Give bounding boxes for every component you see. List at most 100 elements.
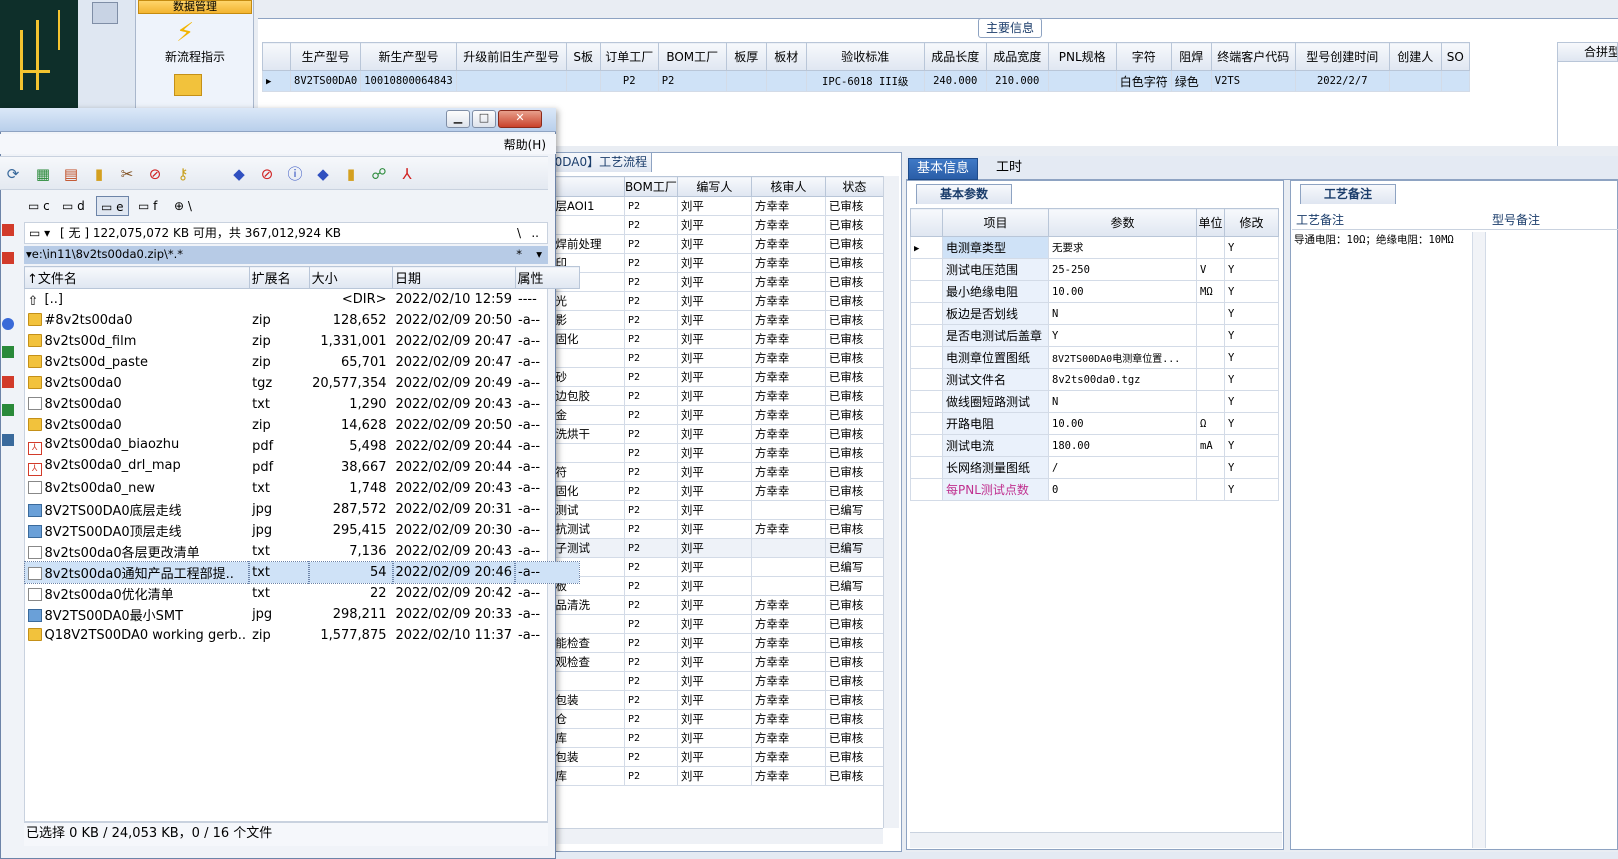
process-row[interactable]: 沉金P2刘平方幸幸已审核 bbox=[540, 405, 884, 425]
process-cell[interactable]: 已编写 bbox=[824, 576, 884, 596]
process-row[interactable]: 显影P2刘平方幸幸已审核 bbox=[540, 310, 884, 330]
col-header[interactable]: 阻焊 bbox=[1170, 42, 1212, 71]
param-modify[interactable]: Y bbox=[1224, 390, 1279, 413]
process-cell[interactable]: 已审核 bbox=[824, 728, 884, 748]
process-cell[interactable]: 方幸幸 bbox=[750, 443, 826, 463]
col-header-ext[interactable]: 扩展名 bbox=[248, 266, 310, 289]
cell[interactable]: 210.000 bbox=[985, 70, 1049, 92]
param-row[interactable]: 测试电压范围 25-250 V Y bbox=[910, 258, 1279, 281]
param-value[interactable]: N bbox=[1048, 390, 1197, 413]
file-name-cell[interactable]: 8v2ts00da0通知产品工程部提.. bbox=[23, 560, 251, 584]
process-cell[interactable]: 已审核 bbox=[824, 234, 884, 254]
process-row[interactable]: 水洗烘干 P2 刘平 方幸幸 已审核 bbox=[540, 424, 884, 444]
process-cell[interactable]: 方幸幸 bbox=[750, 386, 826, 406]
file-row[interactable]: 8v2ts00da0优化清单 txt 22 2022/02/09 20:42 -a-- bbox=[25, 583, 580, 604]
process-cell[interactable]: 已编写 bbox=[824, 500, 884, 520]
process-cell[interactable]: 刘平 bbox=[676, 405, 752, 425]
process-cell[interactable]: 方幸幸 bbox=[750, 405, 826, 425]
process-cell[interactable]: 刘平 bbox=[676, 576, 752, 596]
param-row[interactable]: ▶ 电测章类型 无要求 Y bbox=[910, 236, 1279, 259]
col-header[interactable]: 新生产型号 bbox=[360, 42, 457, 71]
file-row[interactable]: 8V2TS00DA0顶层走线 jpg 295,415 2022/02/09 20:30… bbox=[25, 520, 580, 541]
pdf-icon[interactable]: ⅄ bbox=[398, 165, 416, 183]
side-icon[interactable] bbox=[2, 252, 14, 264]
cell[interactable] bbox=[1047, 70, 1117, 92]
side-icon[interactable] bbox=[2, 434, 14, 446]
process-row[interactable]: 出库P2刘平方幸幸已审核 bbox=[540, 766, 884, 786]
process-cell[interactable]: 方幸幸 bbox=[750, 215, 826, 235]
file-row[interactable]: Q18V2TS00DA0 working gerb.. zip 1,577,875 2… bbox=[25, 625, 580, 646]
table-row[interactable]: ▶ 8V2TS00DA0 10010800064843 P2 P2 IPC-60… bbox=[262, 70, 1470, 92]
param-value[interactable]: N bbox=[1048, 302, 1197, 325]
col-header[interactable]: 型号创建时间 bbox=[1294, 42, 1390, 71]
file-row[interactable]: #8v2ts00da0 zip 128,652 2022/02/09 20:50 -a-… bbox=[25, 310, 580, 331]
file-name-cell[interactable]: 8v2ts00da0 bbox=[25, 394, 250, 415]
file-name-cell[interactable]: 8v2ts00da0各层更改清单 bbox=[25, 541, 250, 562]
maximize-button[interactable]: □ bbox=[472, 110, 496, 128]
process-cell[interactable]: 刘平 bbox=[676, 519, 752, 539]
cell[interactable]: P2 bbox=[599, 70, 659, 92]
file-row[interactable]: 8v2ts00da0 zip 14,628 2022/02/09 20:50 -a-- bbox=[25, 415, 580, 436]
process-cell[interactable] bbox=[750, 576, 826, 596]
basic-horizontal-scrollbar[interactable] bbox=[910, 832, 1282, 848]
param-row[interactable]: 电测章位置图纸 8V2TS00DA0电测章位置... Y bbox=[910, 346, 1279, 369]
file-name-cell[interactable]: ⇧ [..] bbox=[25, 289, 250, 310]
cell[interactable] bbox=[565, 70, 601, 92]
file-row[interactable]: 8v2ts00da0 txt 1,290 2022/02/09 20:43 -a-- bbox=[25, 394, 580, 415]
col-header[interactable]: PNL规格 bbox=[1047, 42, 1117, 71]
process-cell[interactable]: 已审核 bbox=[824, 272, 884, 292]
file-row[interactable]: ⇧ [..] <DIR> 2022/02/10 12:59 ---- bbox=[25, 289, 580, 310]
process-cell[interactable]: 已审核 bbox=[824, 709, 884, 729]
col-header-size[interactable]: 大小 bbox=[308, 266, 394, 289]
col-header[interactable]: 验收标准 bbox=[805, 42, 925, 71]
cell[interactable] bbox=[725, 70, 767, 92]
file-row[interactable]: 8V2TS00DA0最小SMT jpg 298,211 2022/02/09 20:3… bbox=[25, 604, 580, 625]
key-icon[interactable]: ⚷ bbox=[174, 165, 192, 183]
col-header[interactable]: 修改 bbox=[1224, 208, 1279, 237]
process-cell[interactable]: 已审核 bbox=[824, 329, 884, 349]
process-cell[interactable]: P2 bbox=[624, 272, 678, 292]
process-cell[interactable]: P2 bbox=[624, 443, 678, 463]
tab-work-hours[interactable]: 工时 bbox=[988, 158, 1030, 180]
process-cell[interactable]: 刘平 bbox=[676, 633, 752, 653]
col-header[interactable]: 终端客户代码 bbox=[1210, 42, 1296, 71]
process-cell[interactable]: P2 bbox=[624, 652, 678, 672]
process-cell[interactable]: P2 bbox=[624, 766, 678, 786]
shape-icon[interactable]: ◆ bbox=[230, 165, 248, 183]
cell[interactable] bbox=[1440, 70, 1470, 92]
process-row[interactable]: 外包装 P2 刘平 方幸幸 已审核 bbox=[540, 747, 884, 767]
param-value[interactable]: 8V2TS00DA0电测章位置... bbox=[1048, 346, 1197, 369]
process-cell[interactable]: 已审核 bbox=[824, 196, 884, 216]
drive-f[interactable]: ▭ f bbox=[138, 196, 157, 216]
process-cell[interactable]: 方幸幸 bbox=[750, 614, 826, 634]
nav-header[interactable]: 数据管理 bbox=[138, 0, 252, 14]
process-cell[interactable]: 刘平 bbox=[676, 386, 752, 406]
col-header[interactable]: 单位 bbox=[1196, 208, 1225, 237]
process-cell[interactable]: P2 bbox=[624, 348, 678, 368]
param-row[interactable]: 长网络测量图纸 / Y bbox=[910, 456, 1279, 479]
process-row[interactable]: 符P2刘平方幸幸已审核 bbox=[540, 443, 884, 463]
process-row[interactable]: 铣板P2刘平已编写 bbox=[540, 576, 884, 596]
file-name-cell[interactable]: 8V2TS00DA0顶层走线 bbox=[25, 520, 250, 541]
process-cell[interactable]: 方幸幸 bbox=[750, 595, 826, 615]
cell[interactable]: 8V2TS00DA0 bbox=[289, 70, 362, 92]
root-button[interactable]: \ bbox=[517, 223, 521, 243]
process-cell[interactable]: 已审核 bbox=[824, 367, 884, 387]
process-cell[interactable]: 方幸幸 bbox=[750, 272, 826, 292]
process-cell[interactable]: P2 bbox=[624, 595, 678, 615]
process-cell[interactable]: 刘平 bbox=[676, 747, 752, 767]
process-cell[interactable]: 方幸幸 bbox=[750, 709, 826, 729]
process-cell[interactable]: 已审核 bbox=[824, 424, 884, 444]
process-cell[interactable]: 方幸幸 bbox=[750, 310, 826, 330]
process-cell[interactable]: 刘平 bbox=[676, 538, 752, 558]
process-cell[interactable]: 方幸幸 bbox=[750, 519, 826, 539]
process-cell[interactable]: 刘平 bbox=[676, 766, 752, 786]
col-header[interactable]: 升级前旧生产型号 bbox=[455, 42, 567, 71]
process-cell[interactable]: 刘平 bbox=[676, 272, 752, 292]
process-cell[interactable]: 方幸幸 bbox=[750, 633, 826, 653]
cell[interactable]: 10010800064843 bbox=[360, 70, 457, 92]
process-row[interactable]: 丝印P2刘平方幸幸已审核 bbox=[540, 253, 884, 273]
col-header-date[interactable]: 日期 bbox=[392, 266, 516, 289]
process-cell[interactable]: 方幸幸 bbox=[750, 291, 826, 311]
file-name-cell[interactable]: 8v2ts00da0_new bbox=[25, 478, 250, 499]
